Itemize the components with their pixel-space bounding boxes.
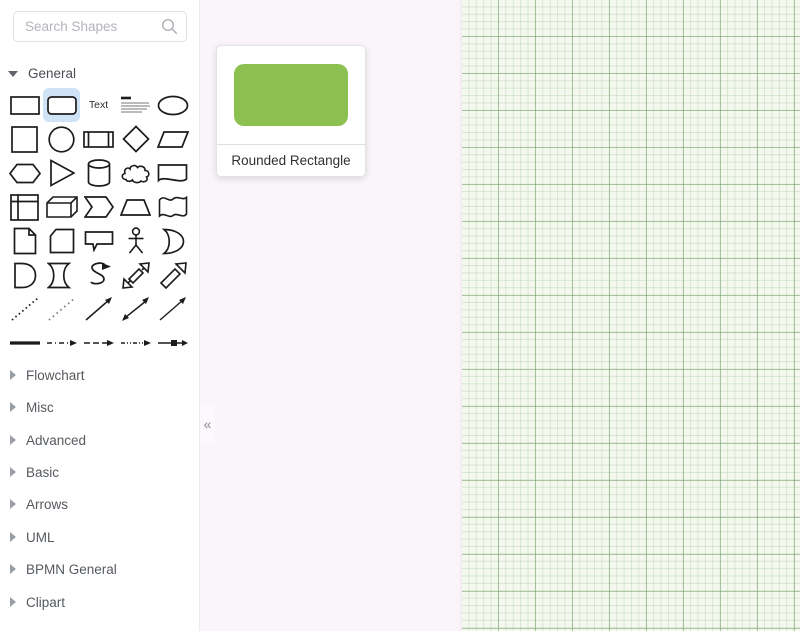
shape-rounded-rectangle[interactable] <box>43 88 80 122</box>
chevron-right-icon <box>10 435 16 445</box>
chevron-right-icon <box>10 402 16 412</box>
shape-curved-arrow[interactable] <box>80 258 117 292</box>
shape-link-edge[interactable] <box>154 326 191 360</box>
category-label: Flowchart <box>26 367 85 383</box>
shape-dotted-line[interactable] <box>6 292 43 326</box>
shape-square[interactable] <box>6 122 43 156</box>
diagram-canvas[interactable] <box>462 0 800 631</box>
shape-row <box>6 156 194 190</box>
shape-actor[interactable] <box>117 224 154 258</box>
shape-bidirectional-connector[interactable] <box>117 292 154 326</box>
rounded-rectangle-preview <box>234 64 348 126</box>
shape-text-label: Text <box>88 99 109 111</box>
shapes-sidebar: General Text <box>0 0 200 631</box>
shape-dashed-line-2[interactable] <box>43 292 80 326</box>
shape-row: Text <box>6 88 194 122</box>
shape-cube[interactable] <box>43 190 80 224</box>
shape-row <box>6 292 194 326</box>
chevron-right-icon <box>10 532 16 542</box>
sidebar-item-uml[interactable]: UML <box>8 528 55 546</box>
category-label: Clipart <box>26 594 66 610</box>
shape-dash-dot-dot-arrow[interactable] <box>117 326 154 360</box>
category-label: Arrows <box>26 496 69 512</box>
chevron-right-icon <box>10 370 16 380</box>
shape-callout[interactable] <box>80 224 117 258</box>
shape-preview-title: Rounded Rectangle <box>217 144 365 176</box>
shape-ellipse[interactable] <box>154 88 191 122</box>
category-label: BPMN General <box>26 561 117 577</box>
shape-directional-connector[interactable] <box>80 292 117 326</box>
shape-triangle[interactable] <box>43 156 80 190</box>
category-label: Misc <box>26 399 54 415</box>
caret-down-icon <box>8 70 18 77</box>
sidebar-item-clipart[interactable]: Clipart <box>8 593 65 611</box>
shape-row <box>6 224 194 258</box>
shape-cylinder[interactable] <box>80 156 117 190</box>
shape-parallelogram[interactable] <box>154 122 191 156</box>
shape-row <box>6 122 194 156</box>
shape-preview-tooltip: Rounded Rectangle <box>216 45 366 177</box>
shape-document[interactable] <box>154 156 191 190</box>
shape-palette: Text <box>6 88 194 360</box>
category-label: Basic <box>26 464 60 480</box>
shape-text[interactable]: Text <box>80 88 117 122</box>
shape-and[interactable] <box>6 258 43 292</box>
collapse-panel-button[interactable]: « <box>200 404 215 444</box>
shape-internal-storage[interactable] <box>6 190 43 224</box>
search-shapes-container <box>13 11 187 42</box>
shape-textbox[interactable] <box>117 88 154 122</box>
sidebar-item-misc[interactable]: Misc <box>8 398 54 416</box>
shape-diamond[interactable] <box>117 122 154 156</box>
shape-row <box>6 326 194 360</box>
section-label: General <box>28 65 77 81</box>
category-label: Advanced <box>26 432 87 448</box>
shape-bidirectional-arrow[interactable] <box>117 258 154 292</box>
search-input[interactable] <box>13 11 187 42</box>
shape-dash-dot-arrow[interactable] <box>43 326 80 360</box>
sidebar-item-bpmn-general[interactable]: BPMN General <box>8 560 117 578</box>
shape-tape[interactable] <box>154 190 191 224</box>
shape-block-arrow[interactable] <box>154 258 191 292</box>
shape-row <box>6 258 194 292</box>
chevron-right-icon <box>10 597 16 607</box>
shape-dashed-arrow[interactable] <box>80 326 117 360</box>
chevron-right-icon <box>10 499 16 509</box>
shape-preview-art <box>217 46 365 144</box>
shape-card[interactable] <box>43 224 80 258</box>
shape-circle[interactable] <box>43 122 80 156</box>
shape-thick-line[interactable] <box>6 326 43 360</box>
shape-trapezoid[interactable] <box>117 190 154 224</box>
sidebar-item-basic[interactable]: Basic <box>8 463 59 481</box>
sidebar-item-flowchart[interactable]: Flowchart <box>8 366 85 384</box>
shape-note[interactable] <box>6 224 43 258</box>
chevron-right-icon <box>10 467 16 477</box>
sidebar-item-arrows[interactable]: Arrows <box>8 495 68 513</box>
sidebar-item-advanced[interactable]: Advanced <box>8 431 86 449</box>
shape-or[interactable] <box>154 224 191 258</box>
shape-row <box>6 190 194 224</box>
shape-step[interactable] <box>80 190 117 224</box>
shape-arrow-connector[interactable] <box>154 292 191 326</box>
section-header-general[interactable]: General <box>8 64 76 82</box>
shape-data-storage[interactable] <box>43 258 80 292</box>
shape-process[interactable] <box>80 122 117 156</box>
category-label: UML <box>26 529 55 545</box>
chevron-right-icon <box>10 564 16 574</box>
shape-cloud[interactable] <box>117 156 154 190</box>
shape-rectangle[interactable] <box>6 88 43 122</box>
shape-hexagon[interactable] <box>6 156 43 190</box>
